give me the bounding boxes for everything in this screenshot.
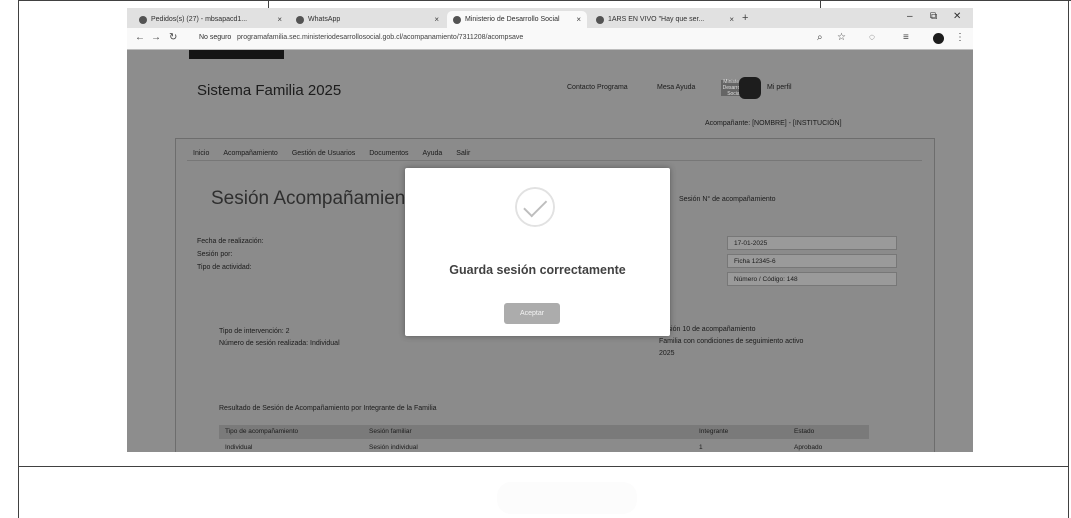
table-divider [18,466,1069,467]
detail-label: Sesión 10 de acompañamiento [659,326,756,333]
field-label: Sesión por: [197,251,233,258]
extensions-icon[interactable]: ◌ [869,32,875,43]
app-title: Sistema Familia 2025 [197,82,342,99]
table-header: Tipo de acompañamiento Sesión familiar I… [219,425,869,439]
help-link[interactable]: Mesa Ayuda [657,84,695,91]
table-cell: Aprobado [794,444,823,451]
info-box: Ficha 12345-6 [727,254,897,268]
browser-screenshot: Pedidos(s) (27) - mbsapacd1... × WhatsAp… [127,8,973,452]
minimize-icon[interactable]: – [907,11,913,22]
table-border-left [18,0,19,518]
contact-link[interactable]: Contacto Programa [567,84,628,91]
table-cell: Individual [225,444,253,451]
info-box: 17-01-2025 [727,236,897,250]
whatsapp-icon [296,15,304,24]
globe-icon [453,15,461,24]
menu-item-salir[interactable]: Salir [456,150,470,157]
success-dialog: Guarda sesión correctamente Aceptar [405,168,670,336]
detail-label: Familia con condiciones de seguimiento a… [659,338,804,345]
dialog-message: Guarda sesión correctamente [449,263,626,277]
close-icon[interactable]: × [576,15,581,24]
brand-logo [189,50,284,59]
close-icon[interactable]: × [729,15,734,24]
tab-3[interactable]: Ministerio de Desarrollo Social × [447,11,587,28]
tab-bar: Pedidos(s) (27) - mbsapacd1... × WhatsAp… [127,8,973,28]
close-icon[interactable]: × [434,15,439,24]
user-line: Acompañante: [NOMBRE] - [INSTITUCIÓN] [705,120,842,127]
menu-item-usuarios[interactable]: Gestión de Usuarios [292,150,355,157]
column-header: Sesión familiar [369,428,412,435]
table-border-right [1068,0,1069,518]
table-tick-1 [268,0,269,8]
document-frame: Pedidos(s) (27) - mbsapacd1... × WhatsAp… [0,0,1071,518]
check-icon [515,187,555,227]
menu-item-inicio[interactable]: Inicio [193,150,209,157]
profile-link[interactable]: Mi perfil [767,84,792,91]
table-caption: Resultado de Sesión de Acompañamiento po… [219,405,437,412]
field-label: Tipo de actividad: [197,264,252,271]
star-icon[interactable]: ☆ [837,32,846,43]
table-tick-2 [820,0,821,8]
table-cell: 1 [699,444,703,451]
forward-icon[interactable]: → [151,32,161,43]
new-tab-icon[interactable]: + [742,12,748,24]
address-bar: ← → ↻ No seguro programafamilia.sec.mini… [127,28,973,50]
detail-label: Número de sesión realizada: Individual [219,340,340,347]
profile-icon[interactable] [933,33,944,44]
url-input[interactable]: programafamilia.sec.ministeriodesarrollo… [237,34,523,41]
tab-label: Ministerio de Desarrollo Social [465,16,560,23]
detail-label: Tipo de intervención: 2 [219,328,290,335]
menu-item-documentos[interactable]: Documentos [369,150,408,157]
section-title: Sesión Acompañamiento [211,188,422,209]
sidebar-icon[interactable]: ≡ [903,32,909,43]
menu-item-acompanamiento[interactable]: Acompañamiento [223,150,277,157]
tab-label: WhatsApp [308,16,341,23]
table-border-top [18,0,1071,1]
watermark [497,482,637,514]
info-box: Número / Código: 148 [727,272,897,286]
not-secure-badge[interactable]: No seguro [199,34,231,41]
field-label: Fecha de realización: [197,238,264,245]
tab-label: 1ARS EN VIVO "Hay que ser... [608,16,705,23]
zoom-icon[interactable]: ⌕ [817,32,823,43]
column-header: Integrante [699,428,729,435]
close-icon[interactable]: × [277,15,282,24]
user-icon[interactable] [739,77,761,99]
mail-icon [139,15,147,24]
tab-1[interactable]: Pedidos(s) (27) - mbsapacd1... × [133,11,288,28]
maximize-icon[interactable]: ⧉ [930,11,937,22]
detail-label: 2025 [659,350,675,357]
main-menu: Inicio Acompañamiento Gestión de Usuario… [187,146,922,161]
menu-item-ayuda[interactable]: Ayuda [423,150,443,157]
menu-icon[interactable]: ⋮ [955,32,965,43]
back-icon[interactable]: ← [135,32,145,43]
tab-label: Pedidos(s) (27) - mbsapacd1... [151,16,248,23]
column-header: Estado [794,428,815,435]
video-icon [596,15,604,24]
tab-2[interactable]: WhatsApp × [290,11,445,28]
column-header: Tipo de acompañamiento [225,428,299,435]
table-cell: Sesión individual [369,444,418,451]
tab-4[interactable]: 1ARS EN VIVO "Hay que ser... × [590,11,740,28]
close-window-icon[interactable]: ✕ [953,11,961,22]
session-info: Sesión N° de acompañamiento [679,196,776,203]
accept-button[interactable]: Aceptar [504,303,560,324]
checkmark-shape [523,193,548,218]
reload-icon[interactable]: ↻ [169,32,177,43]
